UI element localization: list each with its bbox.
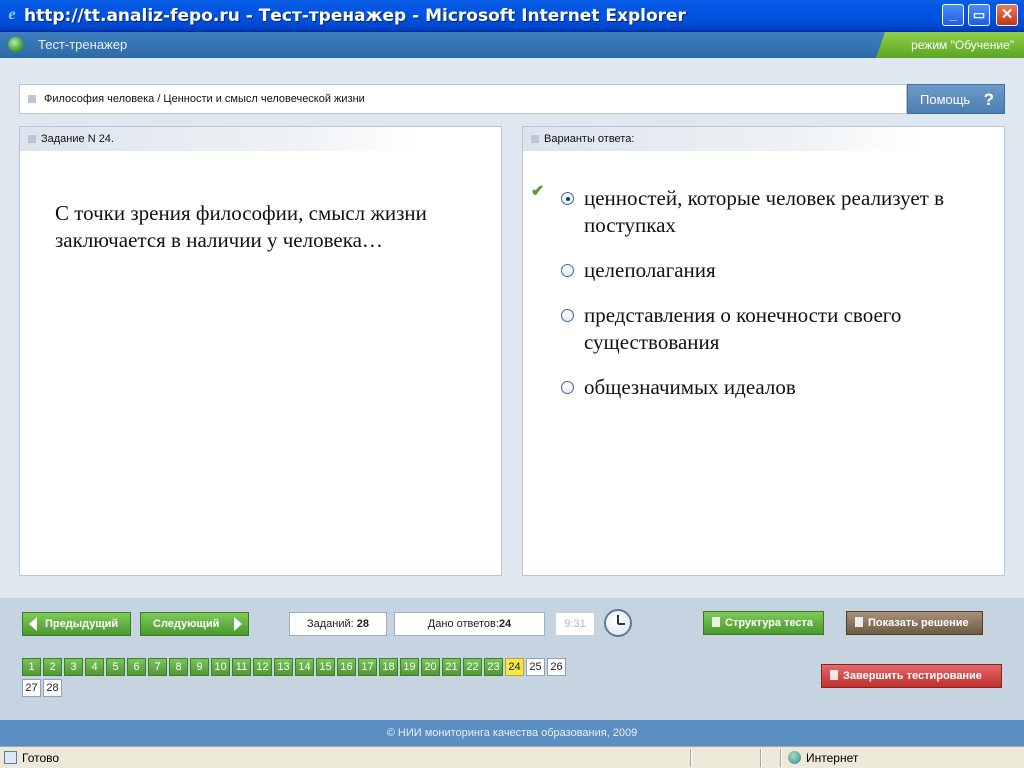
question-number-6[interactable]: 6 — [127, 658, 146, 676]
finish-test-label: Завершить тестирование — [843, 670, 982, 682]
previous-button[interactable]: Предыдущий — [22, 612, 131, 636]
question-number-27[interactable]: 27 — [22, 679, 41, 697]
breadcrumb: Философия человека / Ценности и смысл че… — [19, 84, 907, 114]
question-number-10[interactable]: 10 — [211, 658, 230, 676]
question-number-28[interactable]: 28 — [43, 679, 62, 697]
answer-option-label[interactable]: представления о конечности своего сущест… — [584, 302, 964, 356]
internet-zone-label: Интернет — [806, 751, 859, 765]
help-button[interactable]: Помощь ? — [907, 84, 1005, 114]
next-label: Следующий — [153, 618, 220, 630]
window-titlebar: e http://tt.analiz-fepo.ru - Тест-тренаж… — [0, 0, 1024, 32]
task-number: Задание N 24. — [41, 133, 114, 145]
answers-counter: Дано ответов:24 — [394, 612, 545, 636]
question-number-20[interactable]: 20 — [421, 658, 440, 676]
question-number-12[interactable]: 12 — [253, 658, 272, 676]
status-divider — [780, 749, 782, 767]
radio-button[interactable] — [561, 381, 574, 394]
answers-panel-header: Варианты ответа: — [523, 127, 918, 151]
question-text: С точки зрения философии, смысл жизни за… — [55, 201, 427, 252]
answers-title: Варианты ответа: — [544, 133, 635, 145]
status-bar: Готово Интернет — [0, 746, 1024, 768]
status-text: Готово — [22, 751, 60, 765]
task-panel-header: Задание N 24. — [20, 127, 415, 151]
radio-button[interactable] — [561, 309, 574, 322]
question-mark-icon: ? — [983, 90, 994, 109]
status-divider — [760, 749, 762, 767]
breadcrumb-text: Философия человека / Ценности и смысл че… — [44, 93, 365, 105]
finish-test-button[interactable]: Завершить тестирование — [821, 664, 1002, 688]
minimize-button[interactable]: _ — [942, 4, 964, 26]
timer: 9:31 — [555, 612, 595, 636]
question-number-19[interactable]: 19 — [400, 658, 419, 676]
show-solution-button[interactable]: Показать решение — [846, 611, 983, 635]
question-number-5[interactable]: 5 — [106, 658, 125, 676]
question-number-22[interactable]: 22 — [463, 658, 482, 676]
app-title: Тест-тренажер — [38, 37, 128, 52]
bullet-icon — [531, 135, 539, 143]
question-number-26[interactable]: 26 — [547, 658, 566, 676]
tasks-count: 28 — [356, 618, 370, 630]
question-number-7[interactable]: 7 — [148, 658, 167, 676]
question-number-25[interactable]: 25 — [526, 658, 545, 676]
question-number-23[interactable]: 23 — [484, 658, 503, 676]
test-structure-label: Структура теста — [725, 617, 814, 629]
answer-option-label[interactable]: общезначимых идеалов — [584, 374, 964, 401]
question-number-18[interactable]: 18 — [379, 658, 398, 676]
answer-option-label[interactable]: ценностей, которые человек реализует в п… — [584, 185, 964, 239]
checkmark-icon: ✔ — [531, 183, 545, 200]
question-number-2[interactable]: 2 — [43, 658, 62, 676]
answers-count: 24 — [498, 618, 512, 630]
answer-option-4[interactable]: общезначимых идеалов — [561, 374, 981, 424]
mode-badge: режим "Обучение" — [876, 32, 1024, 58]
question-number-8[interactable]: 8 — [169, 658, 188, 676]
help-label: Помощь — [920, 92, 971, 107]
clock-icon — [604, 609, 632, 637]
app-header: Тест-тренажер — [0, 32, 1024, 58]
question-number-17[interactable]: 17 — [358, 658, 377, 676]
maximize-button[interactable]: ▭ — [968, 4, 990, 26]
internet-zone-icon — [788, 751, 801, 764]
question-number-16[interactable]: 16 — [337, 658, 356, 676]
arrow-right-icon — [234, 617, 242, 631]
globe-icon — [8, 37, 24, 53]
question-number-13[interactable]: 13 — [274, 658, 293, 676]
answers-panel: Варианты ответа: ✔ ценностей, которые че… — [522, 126, 1005, 576]
radio-button-checked[interactable] — [561, 192, 574, 205]
answers-counter-label: Дано ответов: — [427, 618, 499, 630]
question-number-21[interactable]: 21 — [442, 658, 461, 676]
show-solution-label: Показать решение — [868, 617, 969, 629]
status-divider — [690, 749, 692, 767]
book-icon — [855, 617, 863, 627]
close-button[interactable]: ✕ — [996, 4, 1018, 26]
answer-option-1[interactable]: ✔ ценностей, которые человек реализует в… — [531, 184, 981, 238]
question-number-3[interactable]: 3 — [64, 658, 83, 676]
answer-option-label[interactable]: целеполагания — [584, 257, 964, 284]
answer-option-3[interactable]: представления о конечности своего сущест… — [561, 302, 981, 354]
footer: © НИИ мониторинга качества образования, … — [0, 720, 1024, 746]
arrow-left-icon — [29, 617, 37, 631]
task-panel: Задание N 24. С точки зрения философии, … — [19, 126, 502, 576]
bullet-icon — [28, 135, 36, 143]
question-number-24[interactable]: 24 — [505, 658, 524, 676]
question-number-14[interactable]: 14 — [295, 658, 314, 676]
question-number-4[interactable]: 4 — [85, 658, 104, 676]
previous-label: Предыдущий — [45, 618, 119, 630]
running-man-icon — [830, 670, 838, 680]
question-number-9[interactable]: 9 — [190, 658, 209, 676]
radio-button[interactable] — [561, 264, 574, 277]
page-icon — [4, 751, 17, 764]
window-title: http://tt.analiz-fepo.ru - Тест-тренажер… — [24, 6, 686, 26]
internet-explorer-icon: e — [8, 6, 16, 23]
question-number-1[interactable]: 1 — [22, 658, 41, 676]
answer-option-2[interactable]: целеполагания — [561, 257, 981, 307]
question-number-15[interactable]: 15 — [316, 658, 335, 676]
tasks-counter: Заданий: 28 — [289, 612, 387, 636]
next-button[interactable]: Следующий — [140, 612, 249, 636]
bullet-icon — [28, 95, 36, 103]
tasks-counter-label: Заданий: — [306, 618, 354, 630]
test-structure-button[interactable]: Структура теста — [703, 611, 824, 635]
question-number-11[interactable]: 11 — [232, 658, 251, 676]
list-icon — [712, 617, 720, 627]
